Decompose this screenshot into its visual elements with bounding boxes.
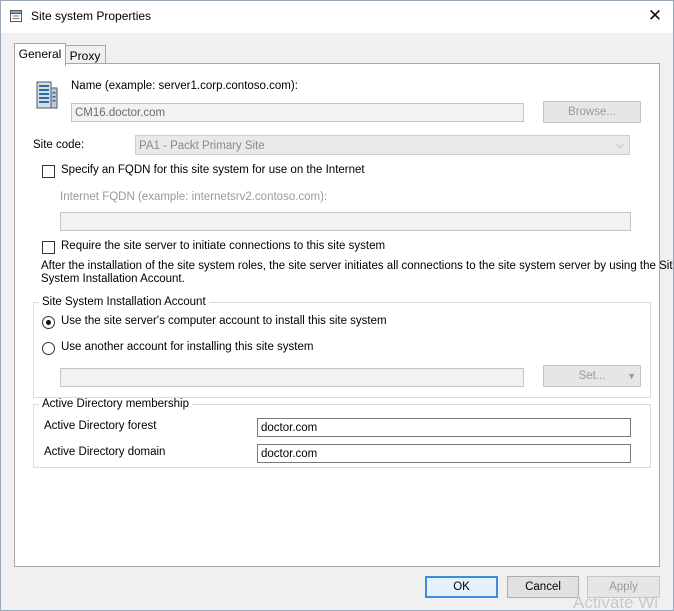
properties-icon bbox=[10, 10, 22, 22]
require-connection-checkbox[interactable] bbox=[42, 241, 55, 254]
tab-general-label: General bbox=[18, 47, 62, 61]
require-connection-label[interactable]: Require the site server to initiate conn… bbox=[61, 240, 385, 252]
chevron-down-icon: ▼ bbox=[627, 371, 636, 381]
ok-button[interactable]: OK bbox=[425, 576, 498, 598]
activation-watermark: Activate Wi bbox=[573, 593, 659, 611]
info-text-line2: System Installation Account. bbox=[41, 273, 185, 285]
tab-proxy-label: Proxy bbox=[69, 49, 101, 63]
chevron-down-icon: ⌵ bbox=[616, 140, 624, 151]
account-field[interactable] bbox=[60, 368, 524, 387]
radio-other-account-label[interactable]: Use another account for installing this … bbox=[61, 341, 313, 353]
set-account-button[interactable]: Set... ▼ bbox=[543, 365, 641, 387]
ad-forest-label: Active Directory forest bbox=[44, 420, 157, 432]
name-field[interactable]: CM16.doctor.com bbox=[71, 103, 524, 122]
installation-account-group-label: Site System Installation Account bbox=[39, 296, 209, 308]
tab-panel-general: Name (example: server1.corp.contoso.com)… bbox=[14, 63, 673, 567]
server-icon bbox=[36, 81, 58, 109]
site-code-dropdown[interactable]: PA1 - Packt Primary Site ⌵ bbox=[135, 135, 630, 155]
ad-domain-field[interactable]: doctor.com bbox=[257, 444, 631, 463]
set-button-label: Set... bbox=[578, 370, 606, 382]
title-bar: Site system Properties ✕ bbox=[1, 1, 673, 33]
radio-other-account[interactable] bbox=[42, 342, 55, 355]
browse-button[interactable]: Browse... bbox=[543, 101, 641, 123]
close-button[interactable]: ✕ bbox=[643, 5, 667, 27]
close-icon: ✕ bbox=[647, 6, 663, 25]
internet-fqdn-label: Internet FQDN (example: internetsrv2.con… bbox=[60, 191, 328, 203]
fqdn-checkbox[interactable] bbox=[42, 165, 55, 178]
ad-membership-group-label: Active Directory membership bbox=[39, 398, 192, 410]
site-code-label: Site code: bbox=[33, 139, 85, 151]
info-text-line1: After the installation of the site syste… bbox=[41, 260, 674, 272]
radio-computer-account[interactable] bbox=[42, 316, 55, 329]
fqdn-checkbox-label[interactable]: Specify an FQDN for this site system for… bbox=[61, 164, 365, 176]
site-code-value: PA1 - Packt Primary Site bbox=[139, 140, 265, 152]
window-title: Site system Properties bbox=[31, 9, 152, 23]
name-label: Name (example: server1.corp.contoso.com)… bbox=[71, 80, 298, 92]
internet-fqdn-field[interactable] bbox=[60, 212, 631, 231]
ad-domain-label: Active Directory domain bbox=[44, 446, 166, 458]
cancel-button[interactable]: Cancel bbox=[507, 576, 579, 598]
dialog-window: Site system Properties ✕ General Proxy N… bbox=[0, 0, 674, 611]
tab-general[interactable]: General bbox=[14, 43, 66, 66]
ad-forest-field[interactable]: doctor.com bbox=[257, 418, 631, 437]
radio-computer-account-label[interactable]: Use the site server's computer account t… bbox=[61, 315, 387, 327]
